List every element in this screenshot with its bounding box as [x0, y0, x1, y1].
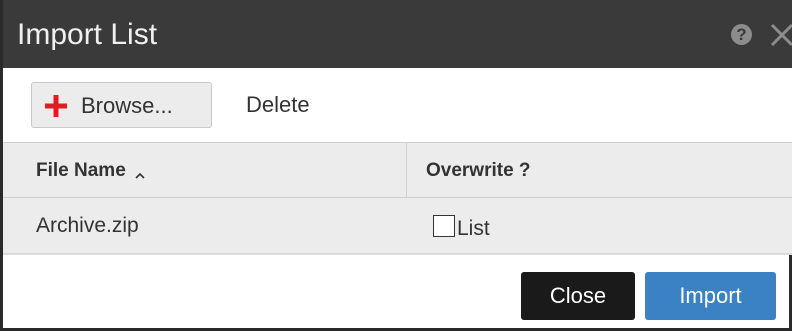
column-header-overwrite[interactable]: Overwrite ?: [426, 159, 531, 183]
column-header-label: Overwrite ?: [426, 160, 531, 181]
question-circle-icon[interactable]: ?: [731, 24, 752, 45]
browse-button-label: Browse...: [81, 93, 173, 118]
dialog-title: Import List: [17, 18, 158, 51]
table-header: File Name Overwrite ?: [3, 142, 792, 198]
column-header-file-name[interactable]: File Name: [36, 159, 146, 183]
column-divider: [406, 143, 407, 198]
import-button[interactable]: Import: [645, 272, 776, 320]
sort-ascending-icon: [134, 165, 146, 179]
close-button[interactable]: Close: [521, 272, 635, 320]
table-row[interactable]: Archive.zip List: [3, 198, 792, 254]
plus-icon: [45, 95, 67, 117]
delete-button[interactable]: Delete: [246, 92, 310, 118]
dialog-titlebar: Import List ?: [3, 0, 792, 68]
dialog-toolbar: Browse... Delete: [3, 68, 792, 142]
column-header-label: File Name: [36, 160, 126, 181]
file-name-cell: Archive.zip: [36, 214, 139, 237]
close-icon[interactable]: [768, 20, 792, 48]
footer-divider: [3, 254, 792, 255]
checkbox-box[interactable]: [433, 215, 455, 237]
import-list-dialog: Import List ? Browse... Delete File Name: [0, 0, 792, 331]
checkbox-label: List: [457, 217, 490, 240]
browse-button[interactable]: Browse...: [31, 82, 212, 128]
